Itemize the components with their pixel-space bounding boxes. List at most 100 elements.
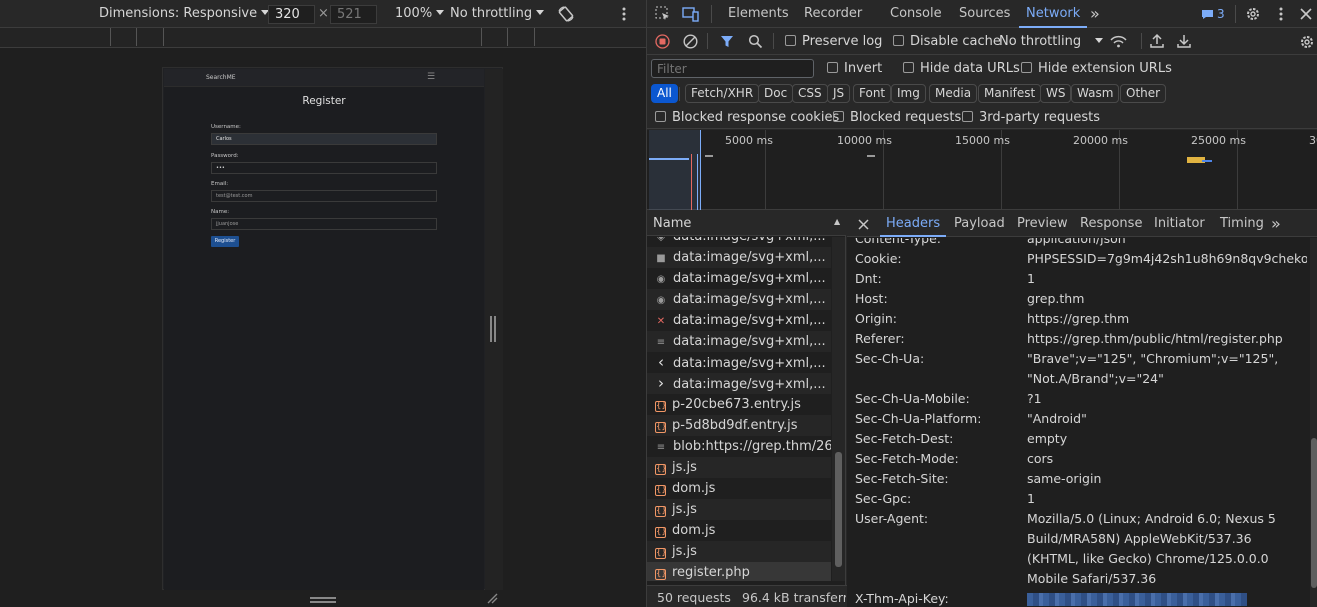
issues-message-icon[interactable] [1201, 9, 1214, 20]
filter-icon[interactable] [720, 35, 734, 48]
hide-extension-urls-checkbox[interactable]: Hide extension URLs [1021, 61, 1172, 76]
header-value[interactable]: grep.thm [1027, 289, 1297, 309]
blocked-requests-checkbox[interactable]: Blocked requests [833, 110, 961, 125]
header-value[interactable]: PHPSESSID=7g9m4j42sh1u8h69n8qv9cheko [1027, 249, 1307, 269]
type-filter-wasm[interactable]: Wasm [1071, 84, 1120, 103]
tab-recorder[interactable]: Recorder [804, 0, 862, 28]
blocked-response-cookies-checkbox[interactable]: Blocked response cookies [655, 110, 839, 125]
dimensions-dropdown[interactable]: Dimensions: Responsive [99, 6, 270, 21]
request-row[interactable]: › data:image/svg+xml,... [647, 373, 831, 394]
request-row[interactable]: {} p-20cbe673.entry.js [647, 394, 831, 415]
request-row[interactable]: ✕ data:image/svg+xml,... [647, 310, 831, 331]
type-filter-all[interactable]: All [651, 84, 678, 103]
site-brand[interactable]: SearchME [206, 74, 236, 81]
inspect-element-icon[interactable] [655, 6, 671, 22]
tab-sources[interactable]: Sources [959, 0, 1010, 28]
search-icon[interactable] [748, 34, 763, 49]
network-throttling-dropdown[interactable]: No throttling [999, 34, 1104, 49]
header-value[interactable]: https://grep.thm/public/html/register.ph… [1027, 329, 1297, 349]
request-row[interactable]: {} p-5d8bd9df.entry.js [647, 415, 831, 436]
tab-response[interactable]: Response [1080, 211, 1142, 237]
issues-count[interactable]: 3 [1217, 7, 1225, 21]
header-value[interactable]: same-origin [1027, 469, 1297, 489]
tab-elements[interactable]: Elements [728, 0, 789, 28]
request-row[interactable]: ≡ data:image/svg+xml,... [647, 331, 831, 352]
more-detail-tabs-icon[interactable]: » [1271, 211, 1281, 237]
type-filter-fetch-xhr[interactable]: Fetch/XHR [685, 84, 760, 103]
scrollbar-thumb[interactable] [1311, 438, 1317, 588]
scrollbar-thumb[interactable] [835, 452, 842, 567]
type-filter-other[interactable]: Other [1120, 84, 1167, 103]
request-row[interactable]: {} js.js [647, 499, 831, 520]
type-filter-js[interactable]: JS [827, 84, 851, 103]
request-row[interactable]: ■ data:image/svg+xml,... [647, 247, 831, 268]
resize-handle-right[interactable] [490, 316, 496, 342]
header-value[interactable]: "Brave";v="125", "Chromium";v="125", "No… [1027, 349, 1297, 389]
hamburger-menu-icon[interactable]: ☰ [427, 72, 435, 82]
type-filter-css[interactable]: CSS [792, 84, 828, 103]
invert-checkbox[interactable]: Invert [827, 61, 882, 76]
type-filter-font[interactable]: Font [853, 84, 892, 103]
request-row[interactable]: {} register.php [647, 562, 831, 581]
type-filter-media[interactable]: Media [929, 84, 978, 103]
disable-cache-checkbox[interactable]: Disable cache [893, 34, 1001, 49]
hide-data-urls-checkbox[interactable]: Hide data URLs [903, 61, 1020, 76]
timeline-selection[interactable] [649, 130, 701, 210]
type-filter-img[interactable]: Img [891, 84, 926, 103]
filter-input[interactable] [651, 59, 814, 78]
close-devtools-icon[interactable] [1300, 8, 1312, 20]
username-input[interactable]: Carlos [211, 133, 437, 145]
request-row[interactable]: ≡ blob:https://grep.thm/26f... [647, 436, 831, 457]
import-har-icon[interactable] [1150, 33, 1164, 49]
request-row[interactable]: ◈ data:image/svg+xml,... [647, 237, 831, 247]
close-details-icon[interactable] [858, 219, 869, 230]
tab-console[interactable]: Console [890, 0, 942, 28]
sort-up-icon[interactable]: ▲ [834, 217, 840, 226]
stop-recording-icon[interactable] [655, 34, 670, 49]
preserve-log-checkbox[interactable]: Preserve log [785, 34, 882, 49]
third-party-requests-checkbox[interactable]: 3rd-party requests [962, 110, 1100, 125]
register-button[interactable]: Register [211, 236, 239, 247]
header-value[interactable]: empty [1027, 429, 1297, 449]
network-overview-timeline[interactable]: 5000 ms 10000 ms 15000 ms 20000 ms 25000… [647, 130, 1317, 210]
tab-initiator[interactable]: Initiator [1154, 211, 1205, 237]
settings-gear-icon[interactable] [1245, 6, 1261, 22]
tab-payload[interactable]: Payload [954, 211, 1005, 237]
device-toolbar-toggle-icon[interactable] [682, 6, 700, 22]
tab-network[interactable]: Network [1019, 0, 1088, 28]
width-input[interactable] [268, 5, 315, 24]
customize-menu-icon[interactable] [1275, 6, 1287, 22]
email-input[interactable]: test@test.com [211, 190, 437, 202]
resize-handle-bottom[interactable] [310, 597, 336, 603]
export-har-icon[interactable] [1177, 33, 1191, 49]
request-row[interactable]: {} dom.js [647, 478, 831, 499]
password-input[interactable]: ••• [211, 162, 437, 174]
clear-icon[interactable] [683, 34, 698, 49]
request-row[interactable]: {} dom.js [647, 520, 831, 541]
details-scrollbar[interactable] [1310, 238, 1317, 607]
request-row[interactable]: {} js.js [647, 457, 831, 478]
zoom-dropdown[interactable]: 100% [395, 6, 445, 21]
height-input[interactable] [330, 5, 377, 24]
header-value[interactable]: cors [1027, 449, 1297, 469]
network-settings-gear-icon[interactable] [1299, 34, 1315, 50]
name-column-header[interactable]: Name ▲ [647, 211, 846, 236]
header-value[interactable]: ?1 [1027, 389, 1297, 409]
type-filter-ws[interactable]: WS [1040, 84, 1072, 103]
request-row[interactable]: ◉ data:image/svg+xml,... [647, 289, 831, 310]
more-options-icon[interactable] [618, 6, 630, 22]
header-value[interactable]: 1 [1027, 269, 1297, 289]
tab-timing[interactable]: Timing [1220, 211, 1264, 237]
device-throttling-dropdown[interactable]: No throttling [450, 6, 545, 21]
header-value[interactable]: application/json [1027, 238, 1297, 249]
request-row[interactable]: ‹ data:image/svg+xml,... [647, 352, 831, 373]
rotate-icon[interactable] [557, 5, 575, 23]
header-value[interactable]: Mozilla/5.0 (Linux; Android 6.0; Nexus 5… [1027, 509, 1297, 589]
resize-corner-icon[interactable] [486, 592, 498, 604]
tab-preview[interactable]: Preview [1017, 211, 1068, 237]
header-value[interactable]: 1 [1027, 489, 1297, 509]
request-row[interactable]: ◉ data:image/svg+xml,... [647, 268, 831, 289]
header-value[interactable]: "Android" [1027, 409, 1297, 429]
more-tabs-icon[interactable]: » [1090, 0, 1100, 28]
network-conditions-icon[interactable] [1110, 34, 1127, 49]
